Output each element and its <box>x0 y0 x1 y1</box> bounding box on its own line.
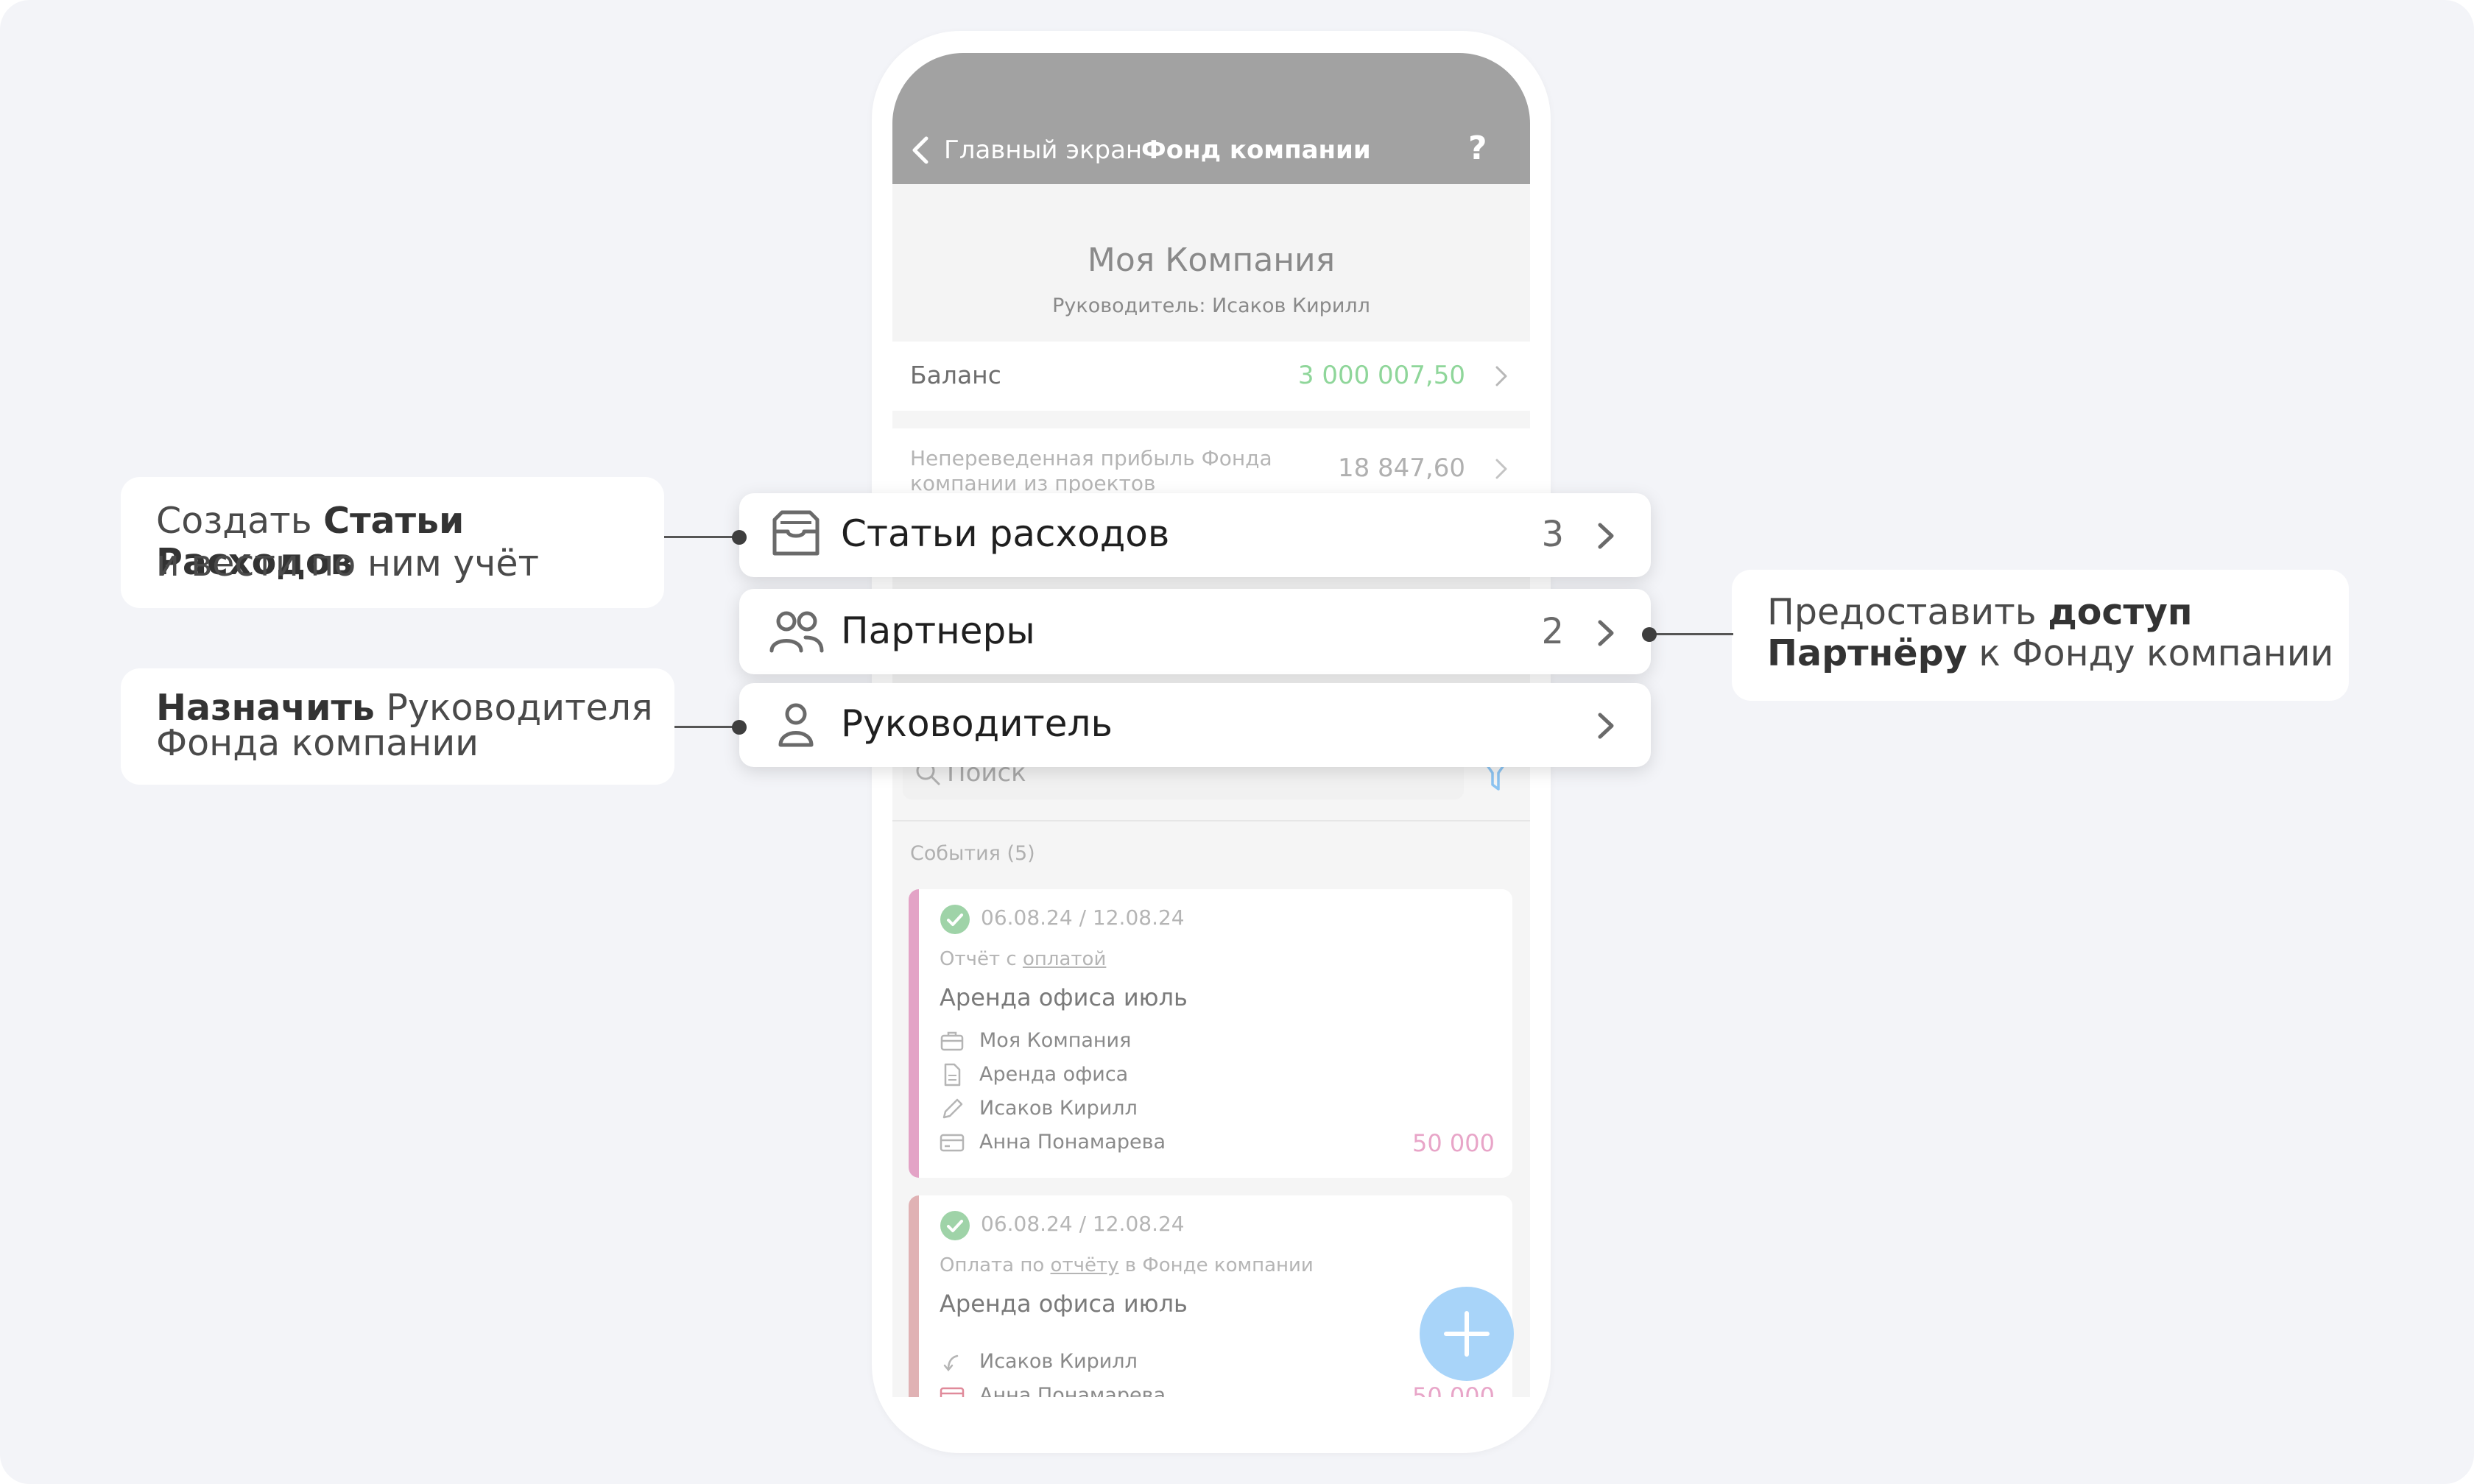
connector-line <box>1649 633 1733 635</box>
event-kind-link[interactable]: отчёту <box>1051 1254 1119 1276</box>
event-dates: 06.08.24 / 12.08.24 <box>981 905 1185 930</box>
callout-plain: Предоставить <box>1767 591 2048 633</box>
event-card[interactable]: 06.08.24 / 12.08.24 Отчёт с оплатой Арен… <box>909 889 1512 1178</box>
card-icon <box>940 1387 965 1397</box>
page-title: Фонд компании <box>1141 135 1371 165</box>
back-button[interactable]: Главный экран <box>944 135 1142 165</box>
card-icon <box>940 1134 965 1152</box>
help-button[interactable]: ? <box>1468 130 1487 167</box>
row-count: 3 <box>1541 514 1564 555</box>
event-kind-text: Оплата по <box>940 1254 1051 1276</box>
chevron-right-icon <box>1598 713 1614 739</box>
divider <box>892 820 1530 822</box>
callout-text: Предоставить доступ <box>1767 592 2193 633</box>
row-expense-items[interactable]: Статьи расходов 3 <box>739 493 1651 577</box>
card-status-stripe <box>909 1195 919 1397</box>
row-label: Статьи расходов <box>841 512 1170 555</box>
card-status-stripe <box>909 889 919 1178</box>
company-header: Моя Компания Руководитель: Исаков Кирилл <box>892 184 1530 342</box>
meta-text: Исаков Кирилл <box>979 1097 1138 1120</box>
event-kind: Оплата по отчёту в Фонде компании <box>940 1254 1314 1276</box>
row-label: Партнеры <box>841 610 1035 652</box>
event-amount: 50 000 <box>1412 1382 1495 1397</box>
chevron-right-icon <box>1598 523 1614 549</box>
connector-dot <box>1642 627 1657 642</box>
event-dates: 06.08.24 / 12.08.24 <box>981 1212 1185 1236</box>
row-partners[interactable]: Партнеры 2 <box>739 589 1651 674</box>
chevron-right-icon <box>1495 459 1507 479</box>
callout-text: Фонда компании <box>156 722 479 764</box>
profit-label: Непереведенная прибыль Фонда компании из… <box>910 446 1272 495</box>
row-count: 2 <box>1541 611 1564 652</box>
meta-text: Моя Компания <box>979 1029 1132 1052</box>
event-amount: 50 000 <box>1412 1129 1495 1157</box>
meta-text: Анна Понамарева <box>979 1131 1166 1153</box>
callout-partners: Предоставить доступ Партнёру к Фонду ком… <box>1732 570 2349 701</box>
company-manager: Руководитель: Исаков Кирилл <box>1052 294 1370 317</box>
events-title: События (5) <box>910 842 1035 865</box>
balance-label: Баланс <box>910 361 1001 389</box>
connector-line <box>664 536 741 538</box>
balance-value: 3 000 007,50 <box>1297 361 1465 390</box>
arrow-return-icon <box>943 1354 959 1371</box>
inbox-tray-icon <box>772 510 820 556</box>
callout-text: и вести по ним учёт <box>156 543 540 584</box>
pencil-icon <box>942 1098 963 1119</box>
connector-dot <box>732 720 747 735</box>
connector-line <box>674 726 741 728</box>
profit-value: 18 847,60 <box>1337 453 1465 483</box>
add-event-button[interactable] <box>1420 1287 1514 1381</box>
event-title: Аренда офиса июль <box>940 983 1188 1011</box>
event-kind-suffix: в Фонде компании <box>1118 1254 1314 1276</box>
event-card[interactable]: 06.08.24 / 12.08.24 Оплата по отчёту в Ф… <box>909 1195 1512 1397</box>
event-kind: Отчёт с оплатой <box>940 948 1106 970</box>
navigation-bar: Главный экран Фонд компании ? <box>892 53 1530 184</box>
row-manager[interactable]: Руководитель <box>739 683 1651 767</box>
meta-text: Исаков Кирилл <box>979 1350 1138 1373</box>
chevron-left-icon[interactable] <box>910 135 932 165</box>
balance-row[interactable]: Баланс 3 000 007,50 <box>892 342 1530 411</box>
plus-icon <box>1444 1311 1490 1357</box>
chevron-right-icon <box>1598 620 1614 646</box>
callout-bold: доступ <box>2048 591 2193 633</box>
row-label: Руководитель <box>841 702 1113 745</box>
callout-plain: Создать <box>156 500 324 542</box>
connector-dot <box>732 530 747 545</box>
callout-expense-items: Создать Статьи Расходов и вести по ним у… <box>121 477 664 608</box>
meta-text: Анна Понамарева <box>979 1384 1166 1397</box>
callout-bold: Партнёру <box>1767 632 1967 674</box>
event-kind-text: Отчёт с <box>940 948 1023 970</box>
event-kind-link[interactable]: оплатой <box>1023 948 1106 970</box>
event-title: Аренда офиса июль <box>940 1290 1188 1318</box>
callout-manager: Назначить Руководителя Фонда компании <box>121 668 674 785</box>
users-icon <box>769 611 824 653</box>
document-icon <box>944 1063 961 1086</box>
meta-text: Аренда офиса <box>979 1063 1129 1086</box>
briefcase-icon <box>940 1031 964 1051</box>
company-name: Моя Компания <box>1087 241 1336 279</box>
chevron-right-icon <box>1495 366 1507 386</box>
check-circle-icon <box>940 905 970 934</box>
user-icon <box>778 703 814 747</box>
callout-plain: к Фонду компании <box>1967 632 2334 674</box>
callout-text: Партнёру к Фонду компании <box>1767 633 2333 674</box>
check-circle-icon <box>940 1211 970 1240</box>
